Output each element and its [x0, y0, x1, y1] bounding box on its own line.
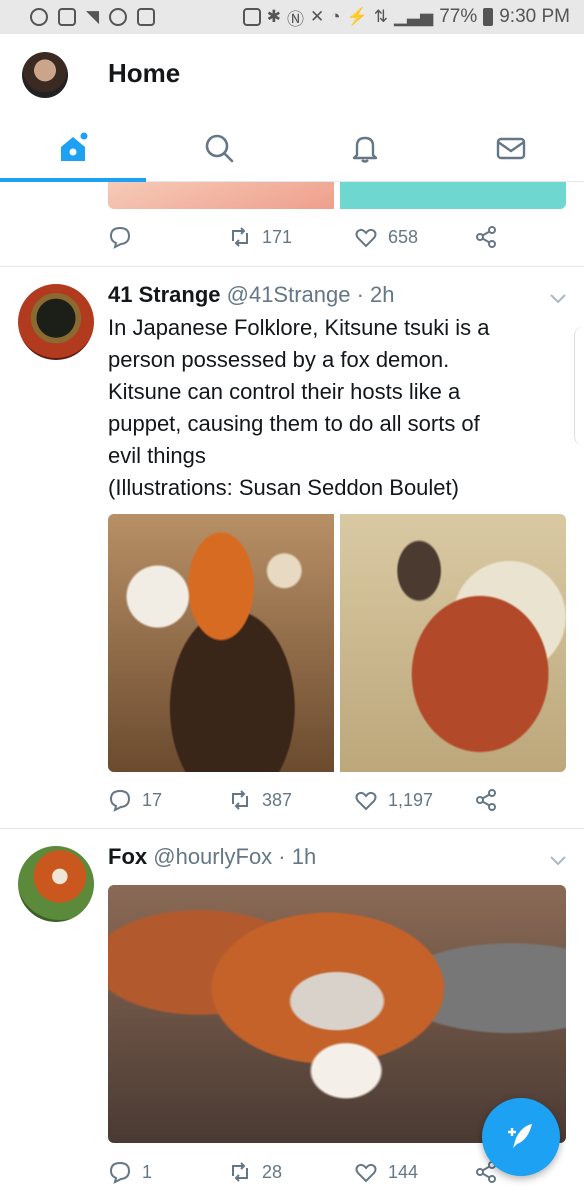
tweet-header[interactable]: 41 Strange @41Strange · 2h: [108, 282, 395, 308]
page-title: Home: [108, 58, 181, 88]
share-button[interactable]: [474, 222, 498, 252]
record-icon: [30, 8, 48, 26]
retweet-count: 171: [262, 226, 293, 247]
share-button[interactable]: [474, 785, 498, 815]
tab-notifications[interactable]: [292, 114, 438, 181]
retweet-count: 387: [262, 789, 293, 810]
share-icon: [476, 226, 496, 248]
prev-media-image-1[interactable]: [108, 182, 334, 209]
author-name[interactable]: Fox: [108, 844, 147, 869]
prev-tweet-actions: 171 658: [108, 222, 528, 252]
share-icon: [476, 789, 496, 811]
like-button[interactable]: 658: [354, 222, 418, 252]
prev-media-image-2[interactable]: [340, 182, 566, 209]
author-handle-time: @41Strange · 2h: [226, 282, 395, 307]
heart-icon: [355, 1163, 377, 1183]
like-button[interactable]: 144: [354, 1157, 418, 1187]
search-icon: [205, 134, 234, 162]
heart-icon: [355, 228, 377, 248]
battery-percent: 77%: [439, 6, 478, 27]
envelope-icon: [496, 137, 526, 159]
prev-tweet-media[interactable]: [108, 182, 566, 209]
reply-button[interactable]: 1: [108, 1157, 152, 1187]
battery-icon: [483, 8, 494, 26]
lte-icon: ⇅: [373, 7, 388, 26]
reply-icon: [109, 789, 131, 812]
tweet-header[interactable]: Fox @hourlyFox · 1h: [108, 844, 316, 870]
author-handle-time: @hourlyFox · 1h: [153, 844, 317, 869]
alarm-icon: ◔: [330, 7, 341, 26]
reply-icon: [109, 1161, 131, 1184]
reply-button[interactable]: [108, 222, 132, 252]
tab-home[interactable]: [0, 114, 146, 182]
mail-icon: [58, 8, 76, 26]
reply-count: 17: [142, 789, 163, 810]
tweet-text-line: (Illustrations: Susan Seddon Boulet): [108, 475, 459, 500]
twitter-icon: ◥: [86, 7, 100, 26]
tweet-divider: [0, 828, 584, 829]
like-count: 658: [388, 226, 419, 247]
media-image-kitsune-fan[interactable]: [340, 514, 566, 772]
heart-icon: [355, 791, 377, 811]
retweet-icon: [232, 790, 248, 810]
tab-messages[interactable]: [438, 114, 584, 181]
tab-bar: [0, 114, 584, 182]
like-count: 144: [388, 1161, 419, 1182]
nfc-icon: Ⓝ: [287, 9, 305, 29]
tweet-text-line: evil things: [108, 443, 206, 468]
data-icon: ⚡: [346, 7, 368, 26]
face-icon: [109, 8, 128, 26]
gallery-icon: [137, 8, 156, 26]
retweet-button[interactable]: 171: [228, 222, 292, 252]
tweet-divider: [0, 266, 584, 267]
retweet-button[interactable]: 28: [228, 1157, 282, 1187]
timeline[interactable]: 171 658 41 Strange @41Strange · 2h In Ja…: [0, 182, 584, 1200]
tweet-text-line: puppet, causing them to do all sorts of: [108, 411, 480, 436]
profile-avatar-button[interactable]: [22, 52, 68, 98]
media-image-kitsune-mask[interactable]: [108, 514, 334, 772]
tweet-author-avatar[interactable]: [18, 284, 94, 360]
compose-feather-icon: [508, 1124, 532, 1148]
tweet-actions: 1 28 144: [108, 1157, 528, 1187]
chevron-down-icon[interactable]: [548, 288, 568, 308]
tweet-text-line: Kitsune can control their hosts like a: [108, 379, 461, 404]
tweet-actions: 17 387 1,197: [108, 785, 528, 815]
tab-search[interactable]: [146, 114, 292, 181]
tweet-text-line: In Japanese Folklore, Kitsune tsuki is a: [108, 315, 490, 340]
like-button[interactable]: 1,197: [354, 785, 433, 815]
tweet-media: [108, 514, 566, 772]
scrollbar[interactable]: [574, 326, 584, 446]
app-header: Home: [0, 34, 584, 114]
lock-icon: [242, 8, 261, 26]
bluetooth-icon: ✱: [266, 7, 282, 26]
home-icon: [61, 132, 88, 161]
mute-icon: ✕: [310, 7, 325, 26]
chevron-down-icon[interactable]: [548, 850, 568, 870]
like-count: 1,197: [388, 789, 434, 810]
retweet-button[interactable]: 387: [228, 785, 292, 815]
reply-icon: [109, 226, 131, 249]
retweet-count: 28: [262, 1161, 283, 1182]
retweet-icon: [232, 227, 248, 247]
author-name[interactable]: 41 Strange: [108, 282, 221, 307]
tweet-author-avatar[interactable]: [18, 846, 94, 922]
retweet-icon: [232, 1162, 248, 1182]
tweet-text: In Japanese Folklore, Kitsune tsuki is a…: [108, 312, 568, 504]
compose-tweet-button[interactable]: [482, 1098, 560, 1176]
reply-button[interactable]: 17: [108, 785, 162, 815]
reply-count: 1: [142, 1161, 153, 1182]
signal-icon: ▁▃▅: [393, 7, 434, 26]
bell-icon: [352, 136, 378, 163]
tweet-text-line: person possessed by a fox demon.: [108, 347, 450, 372]
status-bar: ◥ ✱ Ⓝ ✕ ◔ ⚡ ⇅ ▁▃▅ 77% 9:30 PM: [0, 0, 584, 34]
clock: 9:30 PM: [499, 6, 570, 27]
